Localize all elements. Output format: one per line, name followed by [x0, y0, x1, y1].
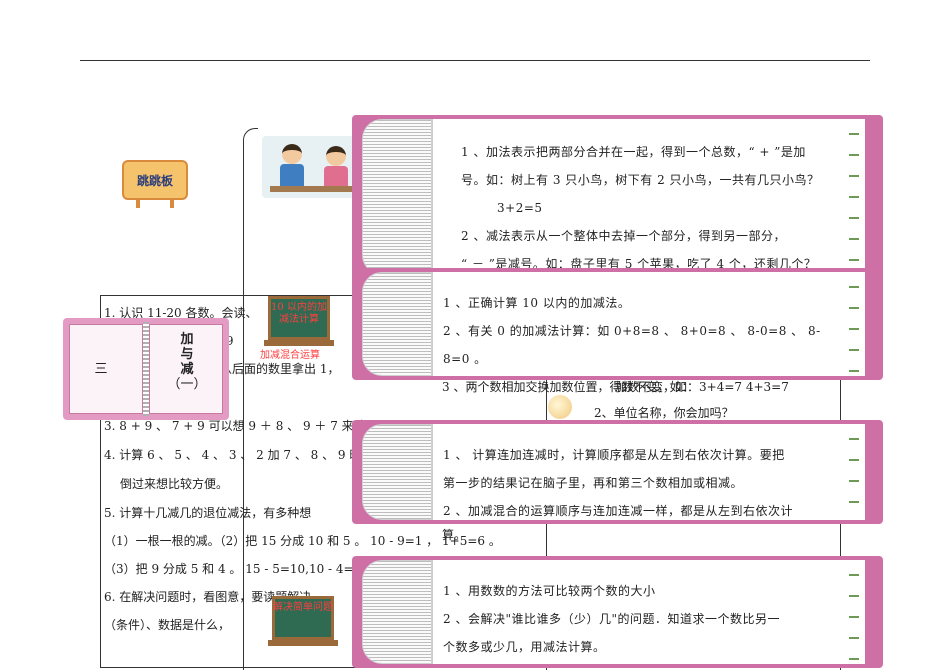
chapter-number: 三	[94, 362, 108, 377]
note-line: 1 、正确计算 10 以内的加减法。	[443, 296, 631, 310]
note-line: 2 、有关 0 的加减法计算：如 0+8=8 、 8+0=8 、 8-0=8 、…	[443, 324, 821, 338]
note-line: 1 、加法表示把两部分合并在一起，得到一个总数，“ + ”是加	[461, 145, 806, 159]
chalkboard-label: 解决简单问题	[273, 602, 333, 613]
chapter-title-line: 与	[180, 347, 194, 362]
notebook-rings	[362, 119, 432, 275]
notebook-rings	[362, 272, 432, 376]
table	[270, 186, 354, 192]
note-line: 1 、用数数的方法可比较两个数的大小	[443, 584, 656, 598]
boy-body	[280, 164, 304, 186]
chalkboard-problems: 解决简单问题	[268, 596, 338, 648]
header-rule	[80, 60, 870, 61]
chapter-book: 三 加 与 减 （一）	[63, 318, 229, 420]
note-line-cont: 算。	[442, 528, 467, 542]
list-item-3: 3. 8 + 9 、 7 + 9 可以想 9 ＋ 8 、 9 ＋ 7 来计	[104, 419, 366, 433]
note-line: 2 、加减混合的运算顺序与连加连减一样，都是从左到右依次计	[443, 504, 793, 518]
chapter-title: 加 与 减 （一）	[155, 332, 219, 392]
jump-board-leg	[136, 198, 140, 208]
jump-board-sign: 跳跳板	[122, 160, 190, 208]
bracket-top-curve	[243, 128, 258, 153]
note-line: 个数多或少几，用减法计算。	[443, 640, 606, 654]
notebook-within-10: 1 、正确计算 10 以内的加减法。 2 、有关 0 的加减法计算：如 0+8=…	[352, 268, 883, 380]
notebook-tabs	[849, 564, 859, 660]
fruit-icon	[548, 395, 572, 419]
chapter-title-line: （一）	[167, 377, 207, 392]
notebook-page: 1 、 计算连加连减时，计算顺序都是从左到右依次计算。要把 第一步的结果记在脑子…	[432, 424, 865, 520]
units-question: 2、单位名称，你会加吗？	[594, 406, 734, 420]
jump-board-leg	[170, 198, 174, 208]
chalkboard-stand	[268, 640, 338, 646]
notebook-mixed-operations: 1 、 计算连加连减时，计算顺序都是从左到右依次计算。要把 第一步的结果记在脑子…	[352, 420, 883, 524]
girl-head	[326, 146, 346, 166]
notebook-tabs	[849, 123, 859, 271]
chalkboard-stand	[264, 340, 334, 346]
boy-head	[282, 144, 302, 164]
list-item-5: 5. 计算十几减几的退位减法，有多种想	[104, 506, 312, 520]
chalkboard-addsub-10: 10 以内的加减法计算	[264, 296, 334, 348]
notebook-page: 1 、加法表示把两部分合并在一起，得到一个总数，“ + ”是加 号。如：树上有 …	[432, 119, 865, 275]
list-item-5-method-3: （3）把 9 分成 5 和 4 。 15 - 5=10,10 - 4=	[104, 562, 354, 576]
chapter-title-line: 减	[180, 362, 194, 377]
notebook-tabs	[849, 276, 859, 372]
notebook-rings	[362, 560, 432, 664]
note-line: 2 、会解决"谁比谁多（少）几"的问题．知道求一个数比另一	[443, 612, 780, 626]
box-bottom-border	[100, 667, 360, 668]
list-item-4-cont: 倒过来想比较方便。	[120, 477, 229, 491]
jump-board-label: 跳跳板	[136, 174, 173, 188]
notebook-add-sub-meaning: 1 、加法表示把两部分合并在一起，得到一个总数，“ + ”是加 号。如：树上有 …	[352, 115, 883, 279]
note-line: 2 、减法表示从一个整体中去掉一个部分，得到另一部分，	[461, 229, 786, 243]
note-line: 3+2=5	[497, 201, 543, 215]
note-line: 第一步的结果记在脑子里，再和第三个数相加或相减。	[443, 476, 744, 490]
note-line: 8=0 。	[443, 352, 487, 366]
note-line-commute-example: 加数不变，如：3+4=7 4+3=7	[615, 380, 789, 394]
note-line: 1 、 计算连加连减时，计算顺序都是从左到右依次计算。要把	[443, 448, 785, 462]
chalkboard-label: 加减混合运算	[260, 350, 320, 361]
chalkboard-label: 10 以内的加减法计算	[271, 302, 327, 325]
notebook-rings	[362, 424, 432, 520]
children-illustration	[262, 136, 362, 198]
note-line: 号。如：树上有 3 只小鸟，树下有 2 只小鸟，一共有几只小鸟？	[461, 173, 820, 187]
book-spine	[143, 322, 149, 416]
list-item-6-cont: （条件）、数据是什么，	[104, 618, 231, 632]
notebook-page: 1 、用数数的方法可比较两个数的大小 2 、会解决"谁比谁多（少）几"的问题．知…	[432, 560, 865, 664]
chapter-title-line: 加	[180, 332, 194, 347]
chalkboard-mixed: 加减混合运算	[255, 350, 325, 370]
notebook-page: 1 、正确计算 10 以内的加减法。 2 、有关 0 的加减法计算：如 0+8=…	[432, 272, 865, 376]
notebook-tabs	[849, 428, 859, 516]
list-item-4: 4. 计算 6 、 5 、 4 、 3 、 2 加 7 、 8 、 9 时	[104, 448, 362, 462]
girl-body	[324, 166, 348, 186]
notebook-comparison: 1 、用数数的方法可比较两个数的大小 2 、会解决"谁比谁多（少）几"的问题．知…	[352, 556, 883, 668]
